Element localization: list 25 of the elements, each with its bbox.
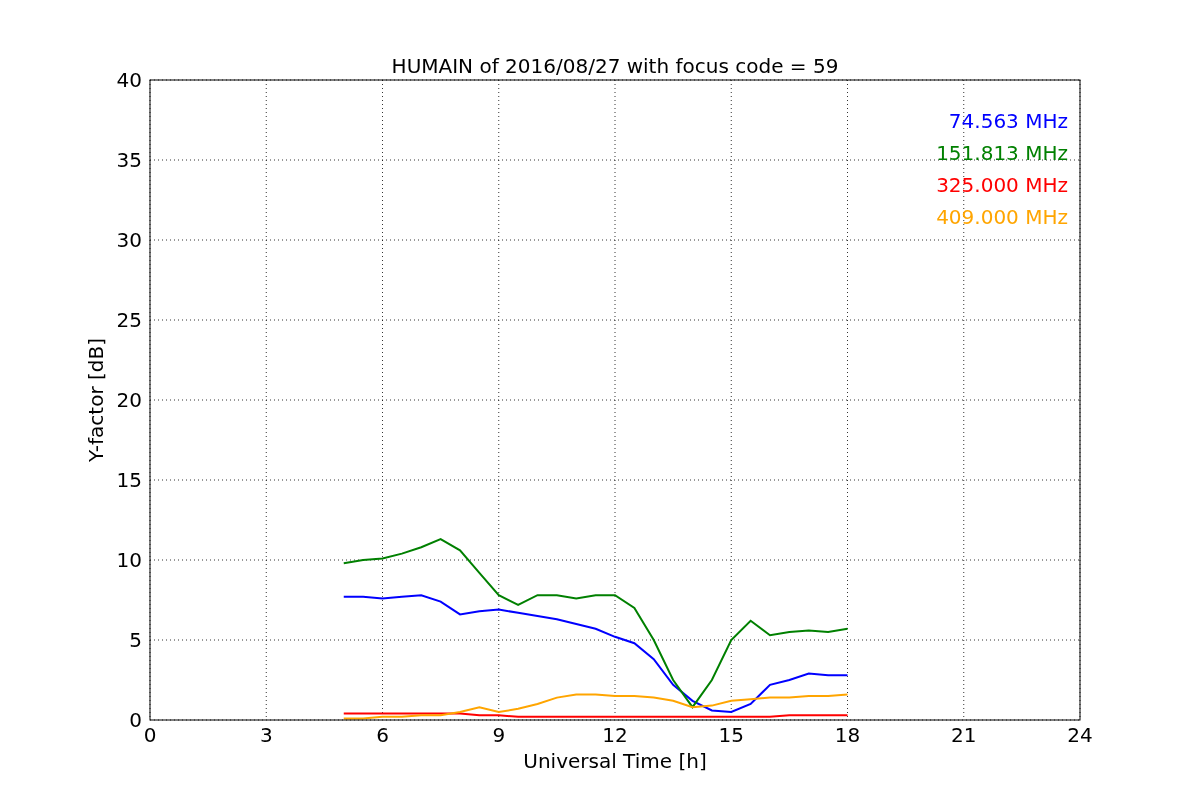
y-tick-label: 25 (116, 308, 142, 332)
x-tick-label: 12 (602, 723, 628, 747)
y-tick-label: 15 (116, 468, 142, 492)
x-tick-label: 15 (718, 723, 744, 747)
legend-label: 325.000 MHz (936, 173, 1068, 197)
y-tick-label: 20 (116, 388, 142, 412)
x-tick-label: 0 (143, 723, 157, 747)
y-tick-label: 10 (116, 548, 142, 572)
y-tick-label: 40 (116, 68, 142, 92)
x-tick-label: 24 (1067, 723, 1093, 747)
x-tick-label: 18 (834, 723, 861, 747)
x-tick-label: 21 (951, 723, 977, 747)
y-tick-label: 5 (129, 628, 142, 652)
legend-label: 151.813 MHz (936, 141, 1068, 165)
chart-title: HUMAIN of 2016/08/27 with focus code = 59 (391, 54, 839, 78)
y-axis-label: Y-factor [dB] (84, 338, 108, 462)
y-tick-label: 0 (129, 708, 142, 732)
legend-label: 74.563 MHz (948, 109, 1068, 133)
x-axis-label: Universal Time [h] (523, 749, 707, 773)
y-tick-label: 35 (116, 148, 142, 172)
x-tick-label: 9 (492, 723, 506, 747)
x-tick-label: 6 (376, 723, 389, 747)
y-tick-label: 30 (116, 228, 142, 252)
x-tick-label: 3 (259, 723, 273, 747)
legend-label: 409.000 MHz (936, 205, 1068, 229)
